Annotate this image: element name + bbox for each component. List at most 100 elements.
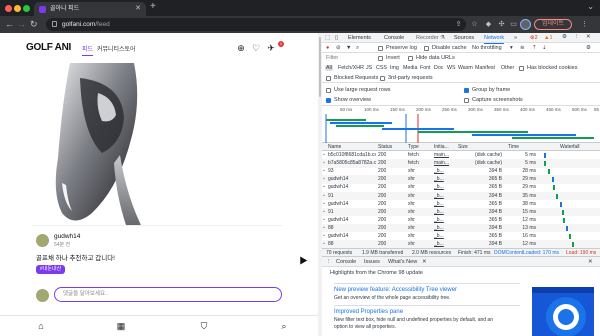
wifi-icon[interactable]: ≋ xyxy=(520,45,525,51)
tab-console[interactable]: Console xyxy=(384,35,404,41)
close-whats-new-icon[interactable]: ✕ xyxy=(422,259,427,265)
home-icon[interactable]: ⌂ xyxy=(36,321,46,331)
search-icon[interactable]: ⌕ xyxy=(279,321,289,331)
close-devtools-icon[interactable]: ✕ xyxy=(586,34,591,40)
filter-type-img[interactable]: Img xyxy=(389,65,400,71)
third-party-checkbox[interactable] xyxy=(380,76,385,81)
large-rows-checkbox[interactable] xyxy=(326,88,331,93)
inspect-icon[interactable]: ⬚ xyxy=(325,35,330,41)
throttling-select[interactable]: No throttling xyxy=(472,45,502,51)
record-icon[interactable]: ● xyxy=(326,45,329,51)
tshirt-icon[interactable]: ⛉ xyxy=(199,321,209,331)
nav-community[interactable]: 커뮤니티 xyxy=(97,44,119,53)
col-time[interactable]: Time xyxy=(508,144,519,150)
filter-type-ws[interactable]: WS xyxy=(446,65,457,71)
extensions-puzzle-icon[interactable]: ✣ xyxy=(497,20,506,29)
filter-type-media[interactable]: Media xyxy=(402,65,418,71)
device-toolbar-icon[interactable]: ▯ xyxy=(335,35,338,41)
show-overview-checkbox[interactable] xyxy=(326,98,331,103)
site-logo[interactable]: GOLF ANI xyxy=(26,42,71,53)
network-overview[interactable]: 50 ms 100 ms 150 ms 200 ms 250 ms 300 ms… xyxy=(322,107,600,143)
col-waterfall[interactable]: Waterfall xyxy=(560,144,580,150)
tab-network[interactable]: Network xyxy=(484,35,505,44)
invert-checkbox[interactable] xyxy=(378,56,383,61)
filter-type-font[interactable]: Font xyxy=(419,65,432,71)
filter-type-js[interactable]: JS xyxy=(365,65,373,71)
filter-type-other[interactable]: Other xyxy=(500,65,515,71)
col-status[interactable]: Status xyxy=(378,144,392,150)
profile-avatar[interactable] xyxy=(520,19,531,30)
forward-icon[interactable]: → xyxy=(17,19,26,29)
disable-cache-checkbox[interactable] xyxy=(424,46,429,51)
nav-store[interactable]: 스토어 xyxy=(119,44,136,53)
address-bar[interactable]: golfani.com/feed xyxy=(46,18,466,31)
add-post-icon[interactable]: ⊕ xyxy=(236,43,246,53)
tab-sources[interactable]: Sources xyxy=(454,35,474,41)
reload-icon[interactable]: ↻ xyxy=(30,19,38,30)
settings-gear-icon[interactable]: ⚙ xyxy=(562,34,567,40)
network-settings-icon[interactable]: ⚙ xyxy=(586,45,591,51)
whats-new-thumbnail[interactable] xyxy=(532,287,594,336)
filter-type-all[interactable]: All xyxy=(325,65,333,71)
minimize-window-icon[interactable] xyxy=(14,5,21,12)
filter-type-doc[interactable]: Doc xyxy=(433,65,444,71)
filter-type-wasm[interactable]: Wasm xyxy=(457,65,474,71)
nav-feed[interactable]: 피드 xyxy=(82,44,94,56)
whats-new-item-title[interactable]: Improved Properties pane xyxy=(334,309,403,315)
comment-input[interactable]: 댓글을 달아보세요.. xyxy=(54,287,282,302)
user-avatar[interactable] xyxy=(36,234,49,247)
browser-tab[interactable]: 골아니 피드 ✕ xyxy=(34,2,146,16)
error-count[interactable]: ⊗2 xyxy=(530,35,538,41)
warning-count[interactable]: ▲1 xyxy=(544,35,553,41)
tab-search-icon[interactable]: ⌄ xyxy=(587,2,594,11)
hide-data-urls-checkbox[interactable] xyxy=(408,56,413,61)
filter-input[interactable]: Filter xyxy=(326,55,338,61)
extension-icon[interactable]: ◆ xyxy=(484,20,493,29)
post-username[interactable]: gudwh14 xyxy=(54,233,80,240)
blocked-cookies-checkbox[interactable] xyxy=(519,66,524,71)
whats-new-item-title[interactable]: New preview feature: Accessibility Tree … xyxy=(334,287,457,293)
col-initiator[interactable]: Initia... xyxy=(434,144,449,150)
drawer-menu-icon[interactable]: ⋮ xyxy=(326,259,332,265)
update-button[interactable]: 업데이트 xyxy=(534,19,572,30)
scroll-thumb[interactable] xyxy=(319,37,321,97)
post-hashtag[interactable]: #내돈내산 xyxy=(36,265,66,274)
maximize-window-icon[interactable] xyxy=(23,5,30,12)
filter-type-fetch[interactable]: Fetch/XHR xyxy=(337,65,365,71)
drawer-tab-console[interactable]: Console xyxy=(336,259,356,265)
preserve-log-checkbox[interactable] xyxy=(378,46,383,51)
col-type[interactable]: Type xyxy=(408,144,419,150)
col-size[interactable]: Size xyxy=(458,144,468,150)
close-drawer-icon[interactable]: ✕ xyxy=(588,259,593,265)
tab-elements[interactable]: Elements xyxy=(348,35,371,41)
group-by-frame-checkbox[interactable] xyxy=(464,88,469,93)
tab-recorder[interactable]: Recorder ⚗ xyxy=(416,35,445,41)
clear-icon[interactable]: ⊘ xyxy=(336,45,341,51)
more-tabs[interactable]: » xyxy=(514,35,517,41)
back-icon[interactable]: ← xyxy=(5,19,14,29)
grid-icon[interactable]: ▦ xyxy=(116,321,126,331)
filter-type-manifest[interactable]: Manifest xyxy=(474,65,496,71)
close-window-icon[interactable] xyxy=(5,5,12,12)
golfani-site: GOLF ANI 피드 커뮤니티 스토어 ⊕ ♡ ✈ 1 gudwh14 54분… xyxy=(22,33,284,336)
chevron-down-icon[interactable]: ▾ xyxy=(510,45,513,51)
search-network-icon[interactable]: ⌕ xyxy=(356,45,359,52)
new-tab-icon[interactable]: + xyxy=(150,1,156,12)
capture-screenshots-checkbox[interactable] xyxy=(464,98,469,103)
message-icon[interactable]: ✈ xyxy=(266,43,276,53)
more-menu-icon[interactable]: ⋮ xyxy=(580,20,589,29)
bookmark-star-icon[interactable]: ☆ xyxy=(470,20,479,29)
drawer-tab-issues[interactable]: Issues xyxy=(364,259,380,265)
export-icon[interactable]: ⇣ xyxy=(542,45,547,51)
col-name[interactable]: Name xyxy=(328,144,341,150)
share-icon[interactable]: ⇪ xyxy=(454,20,463,29)
heart-icon[interactable]: ♡ xyxy=(251,43,261,53)
devtools-menu-icon[interactable]: ⋮ xyxy=(574,34,580,40)
close-tab-icon[interactable]: ✕ xyxy=(135,2,141,16)
sidebar-icon[interactable]: ▭ xyxy=(509,20,518,29)
drawer-tab-whats-new[interactable]: What's New xyxy=(388,259,417,265)
import-icon[interactable]: ⇡ xyxy=(532,45,537,51)
filter-icon[interactable]: ▼ xyxy=(346,45,351,51)
blocked-requests-checkbox[interactable] xyxy=(326,76,331,81)
filter-type-css[interactable]: CSS xyxy=(375,65,388,71)
